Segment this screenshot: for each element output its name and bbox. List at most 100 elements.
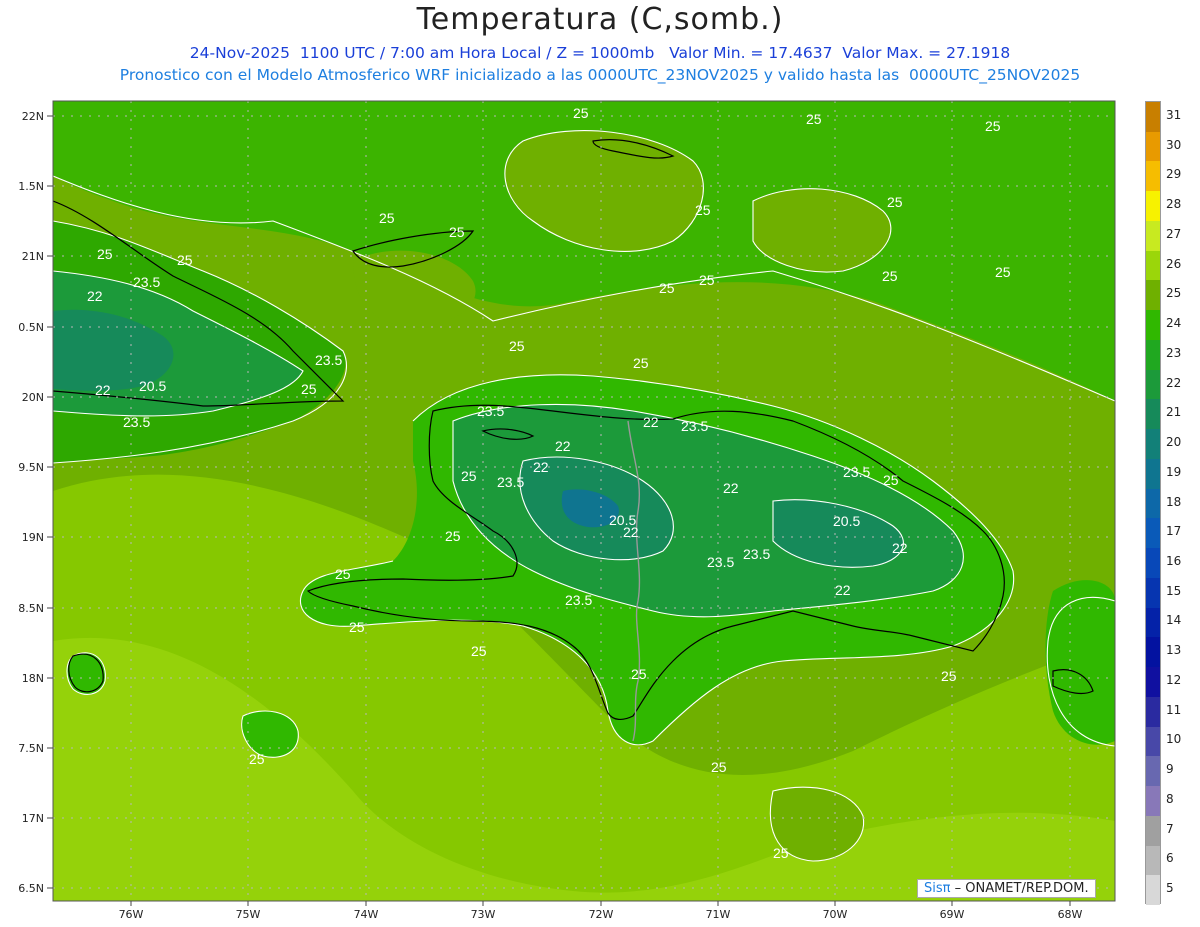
lon-label: 76W <box>119 908 144 921</box>
contour-label: 25 <box>631 666 647 682</box>
contour-label: 25 <box>699 272 715 288</box>
map-title: Temperatura (C,somb.) <box>416 2 784 37</box>
lat-label: 22N <box>22 110 44 123</box>
color-scale-segment <box>1146 488 1160 519</box>
color-scale-label: 30 <box>1166 137 1182 152</box>
color-scale-segment <box>1146 845 1160 876</box>
color-scale-label: 9 <box>1166 762 1174 777</box>
color-scale-segment <box>1146 577 1160 609</box>
contour-label: 25 <box>711 759 727 775</box>
contour-label: 25 <box>349 619 365 635</box>
contour-label: 25 <box>97 246 113 262</box>
color-scale-segment <box>1146 339 1160 371</box>
color-scale-segment <box>1146 399 1160 430</box>
lon-label: 75W <box>236 908 261 921</box>
lat-label: 20N <box>22 391 44 404</box>
color-scale-segment <box>1146 696 1160 728</box>
lat-label: 21N <box>22 250 44 263</box>
lon-label: 71W <box>706 908 731 921</box>
color-scale-label: 5 <box>1166 881 1174 896</box>
lon-label: 68W <box>1058 908 1083 921</box>
color-scale-segment <box>1146 667 1160 698</box>
contour-label: 22 <box>723 480 739 496</box>
color-scale-label: 6 <box>1166 851 1174 866</box>
sispi-logo: Sisπ <box>924 881 951 896</box>
color-scale-label: 15 <box>1166 583 1182 598</box>
color-scale-segment <box>1146 815 1160 846</box>
color-scale-label: 31 <box>1166 107 1182 122</box>
color-scale-label: 21 <box>1166 405 1182 420</box>
color-scale-segment <box>1146 369 1160 400</box>
contour-label: 23.5 <box>843 464 870 480</box>
lat-label: 1.5N <box>18 180 44 193</box>
contour-label: 25 <box>773 845 789 861</box>
color-scale-label: 17 <box>1166 524 1182 539</box>
color-scale-label: 14 <box>1166 613 1182 628</box>
credit-box: Sisπ – ONAMET/REP.DOM. <box>917 879 1096 898</box>
color-scale-label: 29 <box>1166 167 1182 182</box>
contour-label: 25 <box>887 194 903 210</box>
color-scale-segment <box>1146 726 1160 757</box>
contour-label: 25 <box>695 202 711 218</box>
color-scale-label: 26 <box>1166 256 1182 271</box>
color-scale-label: 10 <box>1166 732 1182 747</box>
color-scale-segment <box>1146 220 1160 252</box>
model-info-line: Pronostico con el Modelo Atmosferico WRF… <box>119 66 1081 84</box>
contour-label: 22 <box>95 382 111 398</box>
color-scale-label: 12 <box>1166 672 1182 687</box>
lon-tick-marks <box>130 901 1071 906</box>
lon-label: 69W <box>940 908 965 921</box>
color-scale-label: 25 <box>1166 286 1182 301</box>
contour-label: 23.5 <box>681 418 708 434</box>
contour-label: 25 <box>445 528 461 544</box>
lat-label: 7.5N <box>18 742 44 755</box>
color-scale-segment <box>1146 458 1160 490</box>
contour-label: 23.5 <box>477 403 504 419</box>
contour-label: 23.5 <box>315 352 342 368</box>
lon-labels: 76W 75W 74W 73W 72W 71W 70W 69W 68W <box>119 908 1083 921</box>
color-scale-segment <box>1146 310 1160 341</box>
contour-label: 25 <box>301 381 317 397</box>
lat-label: 0.5N <box>18 321 44 334</box>
contour-label: 25 <box>449 224 465 240</box>
contour-label: 25 <box>995 264 1011 280</box>
contour-label: 25 <box>461 468 477 484</box>
color-scale-segment <box>1146 637 1160 668</box>
contour-label: 25 <box>335 566 351 582</box>
contour-label: 20.5 <box>609 512 636 528</box>
color-scale-label: 24 <box>1166 316 1182 331</box>
contour-label: 22 <box>643 414 659 430</box>
contour-label: 25 <box>985 118 1001 134</box>
color-scale-label: 13 <box>1166 643 1182 658</box>
contour-label: 23.5 <box>743 546 770 562</box>
color-scale-label: 20 <box>1166 435 1182 450</box>
color-scale-label: 11 <box>1166 702 1182 717</box>
contour-label: 23.5 <box>123 414 150 430</box>
lat-label: 9.5N <box>18 461 44 474</box>
contour-label: 23.5 <box>707 554 734 570</box>
color-scale-segment <box>1146 875 1160 906</box>
contour-label: 25 <box>573 105 589 121</box>
color-scale-label: 28 <box>1166 197 1182 212</box>
contour-label: 25 <box>659 280 675 296</box>
contour-label: 25 <box>633 355 649 371</box>
contour-label: 25 <box>883 472 899 488</box>
contour-label: 25 <box>249 751 265 767</box>
lat-label: 18N <box>22 672 44 685</box>
color-scale-label: 19 <box>1166 464 1182 479</box>
contour-label: 23.5 <box>565 592 592 608</box>
color-scale-segment <box>1146 250 1160 281</box>
color-scale-label: 22 <box>1166 375 1182 390</box>
color-scale-segment <box>1146 191 1160 222</box>
contour-label: 25 <box>509 338 525 354</box>
color-scale-segment <box>1146 161 1160 192</box>
contour-label: 25 <box>882 268 898 284</box>
contour-label: 22 <box>533 459 549 475</box>
contour-label: 23.5 <box>133 274 160 290</box>
contour-label: 22 <box>555 438 571 454</box>
color-scale-label: 16 <box>1166 553 1182 568</box>
color-scale-segment <box>1146 518 1160 549</box>
lat-label: 8.5N <box>18 602 44 615</box>
lat-label: 17N <box>22 812 44 825</box>
lon-label: 73W <box>471 908 496 921</box>
